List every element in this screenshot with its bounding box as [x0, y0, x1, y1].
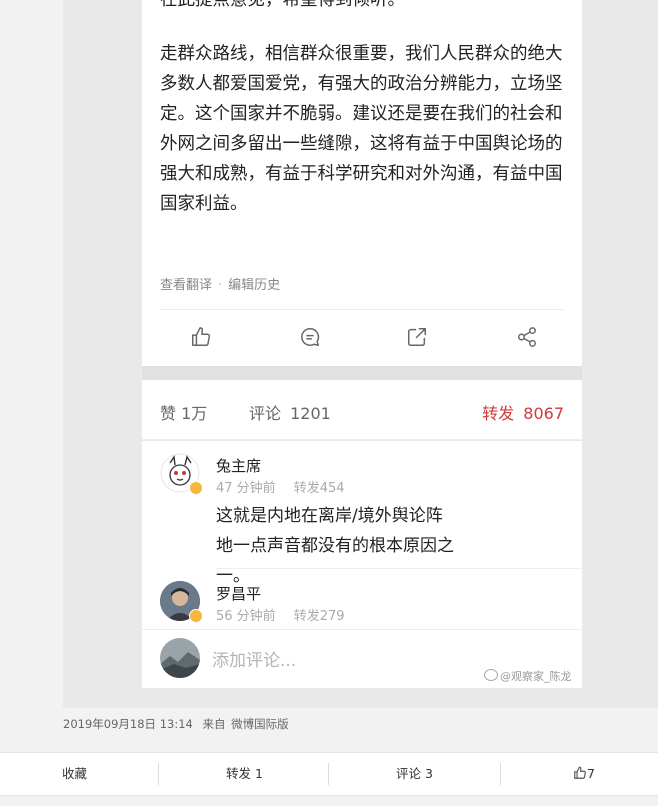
- divider: [160, 309, 564, 310]
- post-paragraph-2: 走群众路线，相信群众很重要，我们人民群众的绝大多数人都爱国爱党，有强大的政治分辨…: [160, 44, 563, 214]
- like-count: 7: [587, 766, 595, 781]
- edit-history-link[interactable]: 编辑历史: [228, 278, 280, 293]
- add-comment-input[interactable]: 添加评论...: [212, 646, 296, 671]
- divider: [216, 568, 582, 569]
- reposts-label: 转发: [482, 404, 515, 423]
- post-card: 在此提点意见，希望得到倾听。 走群众路线，相信群众很重要，我们人民群众的绝大多数…: [142, 0, 582, 366]
- favorite-button[interactable]: 收藏: [62, 753, 87, 795]
- source-prefix: 来自: [202, 717, 226, 731]
- thumbs-up-icon: [574, 766, 586, 779]
- bottom-action-bar: 收藏 转发 1 评论 3 7: [0, 752, 658, 796]
- verified-badge-icon: [189, 481, 203, 495]
- comment-meta: 56 分钟前 转发279: [216, 605, 345, 624]
- share-icon[interactable]: [402, 322, 432, 352]
- watermark-text: @观察家_陈龙: [500, 670, 572, 683]
- section-gap: [142, 366, 582, 380]
- comment-repost-count: 转发279: [293, 609, 345, 624]
- likes-stat[interactable]: 赞 1万: [160, 400, 207, 424]
- divider: [142, 439, 582, 440]
- comments-count: 1201: [290, 404, 331, 423]
- view-translation-link[interactable]: 查看翻译: [160, 278, 212, 293]
- likes-label: 赞: [160, 404, 177, 423]
- avatar: [160, 638, 200, 678]
- comment-icon[interactable]: [295, 322, 325, 352]
- comments-label: 评论: [249, 404, 282, 423]
- comment-meta: 47 分钟前 转发454: [216, 477, 345, 496]
- reposts-stat[interactable]: 转发 8067: [482, 400, 564, 424]
- weibo-logo-icon: [484, 669, 498, 681]
- likes-count: 1万: [181, 404, 208, 423]
- post-actions: [142, 322, 582, 354]
- verified-badge-icon: [189, 609, 203, 623]
- comment-repost-count: 转发454: [293, 481, 345, 496]
- network-share-icon[interactable]: [512, 322, 542, 352]
- post-footer-meta: 2019年09月18日 13:14 来自 微博国际版: [63, 716, 295, 732]
- post-paragraph-1: 在此提点意见，希望得到倾听。: [160, 0, 405, 10]
- comments-stat[interactable]: 评论 1201: [249, 400, 331, 424]
- like-button[interactable]: 7: [573, 753, 595, 795]
- source-link[interactable]: 微博国际版: [231, 717, 289, 731]
- comment-author[interactable]: 罗昌平: [216, 583, 261, 604]
- comment-time: 56 分钟前: [216, 609, 276, 624]
- meta-separator: ·: [218, 278, 223, 293]
- divider: [158, 763, 159, 785]
- comment-button[interactable]: 评论 3: [396, 753, 433, 795]
- stats-bar: 赞 1万 评论 1201 转发 8067: [142, 380, 582, 440]
- post-date: 2019年09月18日 13:14: [63, 717, 193, 731]
- reposts-count: 8067: [523, 404, 564, 423]
- watermark: @观察家_陈龙: [484, 668, 572, 684]
- comments-list: 兔主席 47 分钟前 转发454 这就是内地在离岸/境外舆论阵地一点声音都没有的根…: [142, 441, 582, 688]
- divider: [500, 763, 501, 785]
- comment-author[interactable]: 兔主席: [216, 455, 261, 476]
- post-text: 在此提点意见，希望得到倾听。 走群众路线，相信群众很重要，我们人民群众的绝大多数…: [160, 0, 570, 219]
- repost-button[interactable]: 转发 1: [226, 753, 263, 795]
- divider: [142, 629, 582, 630]
- comment-time: 47 分钟前: [216, 481, 276, 496]
- divider: [328, 763, 329, 785]
- thumbs-up-icon[interactable]: [186, 322, 216, 352]
- post-meta: 查看翻译 · 编辑历史: [160, 274, 280, 293]
- comment-text: 这就是内地在离岸/境外舆论阵地一点声音都没有的根本原因之一。: [216, 506, 454, 586]
